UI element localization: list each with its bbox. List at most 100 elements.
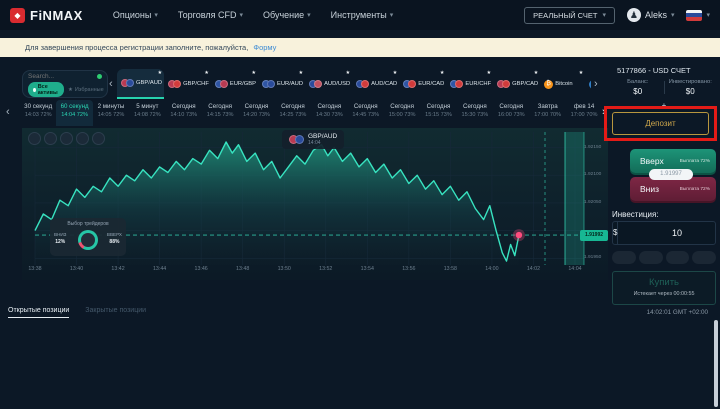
traders-choice-tooltip: Выбор трейдеров ВНИЗ 12% ВВЕРХ 88% <box>50 218 126 256</box>
asset-tab[interactable]: EUR/AUD ★ <box>258 69 305 99</box>
tab-closed-positions[interactable]: Закрытые позиции <box>85 307 146 318</box>
star-icon: ★ <box>68 87 73 93</box>
expiry-countdown: Истекает через 00:00:55 <box>613 291 715 297</box>
put-down-button[interactable]: Вниз Выплата 72% <box>630 177 716 201</box>
timeframe-tab[interactable]: Сегодня 14:10 73% <box>166 100 202 126</box>
top-bar: ◆ FiNMAX Опционы ▾ Торговля CFD ▾ Обучен… <box>0 0 720 30</box>
timeframe-tab[interactable]: 30 секунд 14:03 72% <box>20 100 56 126</box>
asset-tab[interactable]: GBP/AUD ★ <box>117 69 164 99</box>
pair-flags <box>497 80 510 88</box>
form-link[interactable]: Форму <box>253 43 276 52</box>
favorite-star-icon[interactable]: ★ <box>299 70 303 76</box>
pair-flags <box>450 80 463 88</box>
favorite-star-icon[interactable]: ★ <box>579 70 583 76</box>
timeframe-tab[interactable]: 2 минуты 14:05 72% <box>93 100 129 126</box>
favorite-star-icon[interactable]: ★ <box>487 70 491 76</box>
asset-tab[interactable]: EUR/GBP ★ <box>211 69 258 99</box>
asset-tab[interactable]: AUD/CAD ★ <box>352 69 399 99</box>
coin-icon: ₿ <box>544 80 553 89</box>
timeframe-tab[interactable]: Сегодня 14:15 73% <box>202 100 238 126</box>
favorite-star-icon[interactable]: ★ <box>251 70 255 76</box>
chevron-down-icon: ▾ <box>307 11 311 19</box>
chevron-down-icon: ▾ <box>390 11 394 19</box>
timeframe-tab[interactable]: 5 минут 14:08 72% <box>129 100 165 126</box>
increment-button[interactable] <box>639 251 663 264</box>
account-number: 5177866 - USD СЧЕТ <box>617 66 691 75</box>
menu-item[interactable]: Торговля CFD ▾ <box>178 10 243 20</box>
timeframe-tab[interactable]: Сегодня 16:00 73% <box>493 100 529 126</box>
timeframe-tab[interactable]: Сегодня 14:25 73% <box>275 100 311 126</box>
increment-button[interactable] <box>666 251 690 264</box>
timeframe-tab[interactable]: 60 секунд 14:04 72% <box>56 100 92 126</box>
timeframe-tab[interactable]: Сегодня 14:20 73% <box>238 100 274 126</box>
language-selector[interactable]: ▾ <box>686 10 710 21</box>
price-chart[interactable]: GBP/AUD 14:04 Выбор трейдеров ВНИЗ 12% В… <box>22 128 608 280</box>
all-assets-toggle[interactable]: Все активы <box>28 82 64 97</box>
timeframe-tab[interactable]: Сегодня 14:30 73% <box>311 100 347 126</box>
timeframe-tab[interactable]: Сегодня 15:15 73% <box>420 100 456 126</box>
chevron-down-icon: ▾ <box>239 11 243 19</box>
asset-tab[interactable]: ✕ Ripp ★ <box>585 69 591 99</box>
traders-choice-donut <box>78 230 98 250</box>
menu-item[interactable]: Обучение ▾ <box>263 10 311 20</box>
balance-label: Баланс: <box>612 79 664 85</box>
search-input[interactable] <box>28 73 97 80</box>
assets-scroll-left[interactable]: ‹ <box>109 78 113 90</box>
chart-tool-icon[interactable] <box>60 132 73 145</box>
timeframes-scroll-left[interactable]: ‹ <box>6 106 10 118</box>
y-tick: 1.92150 <box>584 145 608 150</box>
assets-scroll-right[interactable]: › <box>594 78 598 90</box>
investment-amount-box: $ <box>612 221 716 245</box>
amount-input[interactable] <box>618 222 720 244</box>
chart-tool-icon[interactable] <box>28 132 41 145</box>
asset-tab[interactable]: ₿ Bitcoin ★ <box>540 69 585 99</box>
asset-tab[interactable]: EUR/CAD ★ <box>399 69 446 99</box>
timeframe-tab[interactable]: Сегодня 14:45 73% <box>348 100 384 126</box>
deposit-button[interactable]: Депозит <box>612 112 709 135</box>
chevron-down-icon: ▾ <box>706 11 710 19</box>
x-tick: 13:54 <box>353 266 381 272</box>
menu-item[interactable]: Опционы ▾ <box>113 10 158 20</box>
timeframe-tab[interactable]: Сегодня 15:30 73% <box>457 100 493 126</box>
chart-tool-icon[interactable] <box>44 132 57 145</box>
menu-item[interactable]: Инструменты ▾ <box>331 10 394 20</box>
favorites-toggle[interactable]: ★ Избранные <box>68 87 104 93</box>
asset-tab[interactable]: GBP/CHF ★ <box>164 69 211 99</box>
pair-flags <box>309 80 322 88</box>
favorite-star-icon[interactable]: ★ <box>346 70 350 76</box>
down-payout: Выплата 72% <box>680 187 710 192</box>
current-price-badge: 1.91992 <box>580 230 608 241</box>
increment-button[interactable] <box>612 251 636 264</box>
account-type-button[interactable]: РЕАЛЬНЫЙ СЧЕТ ▾ <box>524 7 615 24</box>
buy-button[interactable]: Купить Истекает через 00:00:55 <box>612 271 716 305</box>
y-tick: 1.91950 <box>584 255 608 260</box>
x-tick: 13:44 <box>146 266 174 272</box>
user-menu[interactable]: ♟ Aleks ▾ <box>627 8 675 22</box>
timeframes-scroll-right[interactable]: › <box>602 106 606 118</box>
up-payout: Выплата 72% <box>680 159 710 164</box>
chart-tool-icon[interactable] <box>76 132 89 145</box>
russia-flag-icon <box>686 10 702 21</box>
favorite-star-icon[interactable]: ★ <box>204 70 208 76</box>
panel-collapse-icon[interactable]: + <box>608 101 720 110</box>
asset-tab[interactable]: EUR/CHF ★ <box>446 69 493 99</box>
timeframe-tab[interactable]: Завтра 17:00 70% <box>529 100 565 126</box>
favorite-star-icon[interactable]: ★ <box>158 70 162 76</box>
timeframe-tab[interactable]: Сегодня 15:00 73% <box>384 100 420 126</box>
traders-down: ВНИЗ 12% <box>54 232 66 246</box>
increment-button[interactable] <box>692 251 716 264</box>
favorite-star-icon[interactable]: ★ <box>534 70 538 76</box>
favorite-star-icon[interactable]: ★ <box>440 70 444 76</box>
chart-tool-icon[interactable] <box>92 132 105 145</box>
x-tick: 13:38 <box>21 266 49 272</box>
x-tick: 13:42 <box>104 266 132 272</box>
favorite-star-icon[interactable]: ★ <box>393 70 397 76</box>
finmax-logo[interactable]: ◆ FiNMAX <box>10 8 83 23</box>
x-tick: 14:02 <box>519 266 547 272</box>
asset-tab[interactable]: AUD/USD ★ <box>305 69 352 99</box>
timeframe-tab[interactable]: фев 14 17:00 70% <box>566 100 602 126</box>
tab-open-positions[interactable]: Открытые позиции <box>8 307 69 318</box>
check-dot-icon <box>33 88 36 92</box>
asset-tab[interactable]: GBP/CAD ★ <box>493 69 540 99</box>
pair-flags <box>168 80 181 88</box>
